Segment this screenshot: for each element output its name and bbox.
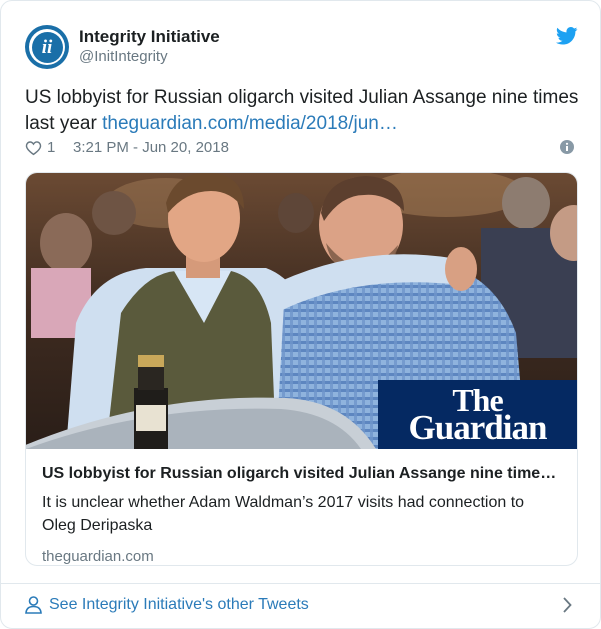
author-handle[interactable]: @InitIntegrity: [79, 47, 220, 67]
tweet-text: US lobbyist for Russian oligarch visited…: [25, 85, 580, 137]
chevron-right-icon[interactable]: [562, 597, 572, 613]
tweet-link[interactable]: theguardian.com/media/2018/jun…: [102, 113, 398, 134]
footer-divider: [1, 583, 600, 584]
avatar-logo: ii: [31, 31, 63, 63]
tweet-footer[interactable]: See Integrity Initiative's other Tweets: [25, 594, 578, 618]
heart-icon[interactable]: [25, 140, 42, 156]
guardian-logo-line2: Guardian: [408, 408, 548, 447]
guardian-logo: The Guardian: [378, 380, 577, 449]
like-count[interactable]: 1: [47, 139, 55, 156]
preview-body[interactable]: US lobbyist for Russian oligarch visited…: [26, 449, 577, 565]
other-tweets-link[interactable]: See Integrity Initiative's other Tweets: [49, 596, 309, 614]
twitter-bird-icon[interactable]: [556, 27, 578, 45]
tweet-timestamp[interactable]: 3:21 PM - Jun 20, 2018: [73, 139, 229, 156]
tweet-header: ii Integrity Initiative @InitIntegrity: [25, 25, 578, 69]
info-icon[interactable]: [560, 140, 574, 154]
preview-domain: theguardian.com: [42, 548, 154, 565]
preview-title[interactable]: US lobbyist for Russian oligarch visited…: [42, 463, 562, 485]
embedded-tweet-card: ii Integrity Initiative @InitIntegrity U…: [0, 0, 601, 629]
avatar[interactable]: ii: [25, 25, 69, 69]
author-block[interactable]: Integrity Initiative @InitIntegrity: [79, 27, 220, 67]
link-preview-card[interactable]: The Guardian US lobbyist for Russian oli…: [25, 172, 578, 566]
tweet-meta: 1 3:21 PM - Jun 20, 2018: [25, 138, 578, 158]
preview-description: It is unclear whether Adam Waldman’s 201…: [42, 494, 525, 534]
author-name[interactable]: Integrity Initiative: [79, 27, 220, 47]
person-icon: [25, 596, 42, 614]
